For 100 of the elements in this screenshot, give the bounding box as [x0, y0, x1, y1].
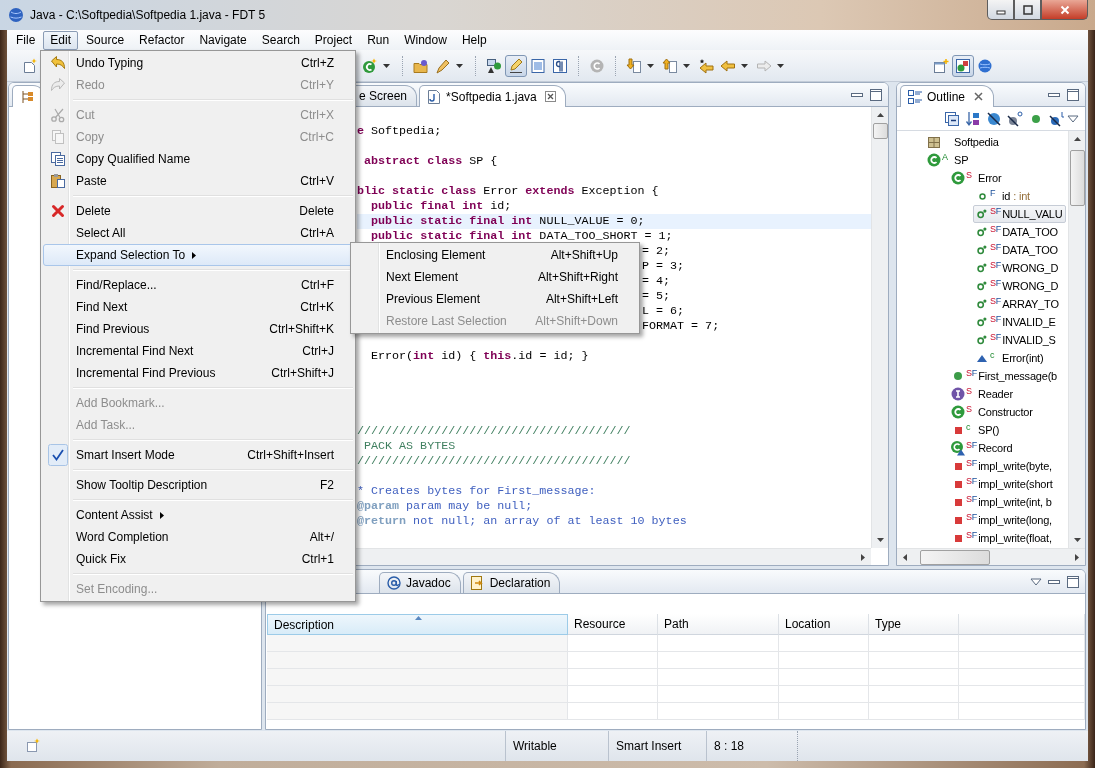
toolbar-button[interactable]: [505, 54, 527, 77]
forward-icon: [756, 57, 772, 74]
column-header[interactable]: Description: [267, 614, 568, 635]
modifier-mark: F: [995, 206, 1002, 216]
tree-item[interactable]: c Error(int): [973, 349, 1047, 367]
menu-item[interactable]: Incremental Find Previous Ctrl+Shift+J: [43, 362, 353, 384]
sparkle-icon[interactable]: [25, 738, 41, 754]
menu-item[interactable]: Find/Replace... Ctrl+F: [43, 274, 353, 296]
caret-icon[interactable]: [741, 63, 748, 68]
menu-item[interactable]: Find Previous Ctrl+Shift+K: [43, 318, 353, 340]
menu-item[interactable]: Quick Fix Ctrl+1: [43, 548, 353, 570]
view-tab[interactable]: Javadoc: [379, 572, 461, 593]
maximize-icon[interactable]: [869, 87, 883, 102]
column-header[interactable]: Path: [658, 614, 779, 635]
modifier-mark: F: [995, 296, 1002, 306]
menu-item[interactable]: Help: [454, 30, 494, 50]
down-arrow-icon: [626, 57, 642, 74]
scroll-thumb[interactable]: [920, 549, 990, 565]
menu-item[interactable]: Navigate: [192, 30, 254, 50]
menu-item[interactable]: Window: [397, 30, 454, 50]
sort-arrow-icon: [415, 616, 422, 620]
modifier-mark: F: [995, 314, 1002, 324]
modifier-mark: F: [971, 458, 978, 468]
class-icon: [950, 170, 966, 186]
menu-item[interactable]: Edit: [43, 30, 79, 50]
column-header[interactable]: Location: [779, 614, 869, 635]
square-icon: [954, 480, 962, 488]
view-menu-icon[interactable]: [1067, 113, 1079, 124]
menu-item[interactable]: Project: [307, 30, 360, 50]
scroll-arrow-icon[interactable]: [901, 552, 910, 562]
shortcut-text: Delete: [299, 204, 334, 218]
menu-item[interactable]: Enclosing Element Alt+Shift+Up: [353, 244, 637, 266]
caret-icon[interactable]: [647, 63, 654, 68]
column-header[interactable]: Type: [869, 614, 959, 635]
menu-item[interactable]: Run: [360, 30, 397, 50]
vertical-scrollbar[interactable]: [1068, 131, 1085, 548]
menu-item[interactable]: File: [9, 30, 43, 50]
dot-icon: [1031, 114, 1040, 123]
horizontal-scrollbar[interactable]: [897, 548, 1085, 565]
collapse-icon: [943, 110, 960, 127]
maximize-icon[interactable]: [1066, 574, 1080, 589]
scroll-thumb[interactable]: [872, 123, 888, 139]
menu-item[interactable]: Select All Ctrl+A: [43, 222, 353, 244]
tree-item[interactable]: A SP: [925, 151, 972, 169]
scroll-arrow-icon[interactable]: [875, 111, 885, 120]
tree-item[interactable]: Softpedia: [925, 133, 1002, 151]
modifier-mark: S: [966, 512, 972, 522]
view-tab[interactable]: Outline: [900, 85, 995, 107]
menu-item[interactable]: Source: [79, 30, 132, 50]
tree-item[interactable]: c SP(): [949, 421, 1003, 439]
menu-item[interactable]: Show Tooltip Description F2: [43, 474, 353, 496]
code-line: = 5;: [642, 289, 671, 304]
sort-icon: [964, 110, 981, 127]
code-line: public final int id;: [370, 199, 512, 214]
minimize-button[interactable]: [987, 0, 1014, 20]
menu-item[interactable]: Word Completion Alt+/: [43, 526, 353, 548]
tree-item[interactable]: F id : int: [973, 187, 1033, 205]
hide-fields-icon: [985, 110, 1002, 127]
toolbar-button[interactable]: [1004, 108, 1025, 129]
maximize-button[interactable]: [1014, 0, 1041, 20]
menu-item[interactable]: Refactor: [132, 30, 192, 50]
close-icon[interactable]: [973, 91, 985, 102]
modifier-mark: S: [966, 170, 972, 180]
shortcut-text: Alt+Shift+Up: [550, 248, 618, 262]
menu-item[interactable]: Search: [254, 30, 307, 50]
menu-item[interactable]: Incremental Find Next Ctrl+J: [43, 340, 353, 362]
code-line: = 4;: [642, 274, 671, 289]
caret-icon[interactable]: [777, 63, 784, 68]
menu-item[interactable]: Delete Delete: [43, 200, 353, 222]
vertical-scrollbar[interactable]: [871, 107, 888, 548]
caret-icon[interactable]: [383, 63, 390, 68]
maximize-icon[interactable]: [1066, 87, 1080, 102]
menu-item[interactable]: Expand Selection To: [43, 244, 353, 266]
menu-item[interactable]: Next Element Alt+Shift+Right: [353, 266, 637, 288]
menu-item[interactable]: Previous Element Alt+Shift+Left: [353, 288, 637, 310]
tree-item[interactable]: S Constructor: [949, 403, 1036, 421]
column-header[interactable]: Resource: [568, 614, 658, 635]
menu-item[interactable]: Smart Insert Mode Ctrl+Shift+Insert: [43, 444, 353, 466]
menu-item[interactable]: Content Assist: [43, 504, 353, 526]
tree-item[interactable]: S Error: [949, 169, 1005, 187]
shortcut-text: Ctrl+Y: [300, 78, 334, 92]
shortcut-text: Ctrl+K: [300, 300, 334, 314]
comment-line: ///////////////////////////////////////: [357, 454, 631, 469]
caret-icon[interactable]: [683, 63, 690, 68]
menu-item[interactable]: Undo Typing Ctrl+Z: [43, 52, 353, 74]
caret-icon[interactable]: [456, 63, 463, 68]
tree-item[interactable]: S Reader: [949, 385, 1016, 403]
scroll-thumb[interactable]: [1069, 150, 1085, 206]
menu-item[interactable]: Paste Ctrl+V: [43, 170, 353, 192]
close-button[interactable]: [1041, 0, 1088, 20]
view-menu-icon[interactable]: [1030, 576, 1042, 587]
view-tab[interactable]: Declaration: [462, 572, 561, 593]
menu-item[interactable]: Copy Qualified Name: [43, 148, 353, 170]
undo-arrow-icon: [50, 55, 66, 71]
close-icon[interactable]: [544, 91, 556, 102]
modifier-mark: S: [966, 458, 972, 468]
editor-tab[interactable]: *Softpedia 1.java: [419, 85, 566, 107]
shortcut-text: Ctrl+Shift+K: [269, 322, 334, 336]
scroll-arrow-icon[interactable]: [1072, 135, 1082, 144]
menu-item[interactable]: Find Next Ctrl+K: [43, 296, 353, 318]
